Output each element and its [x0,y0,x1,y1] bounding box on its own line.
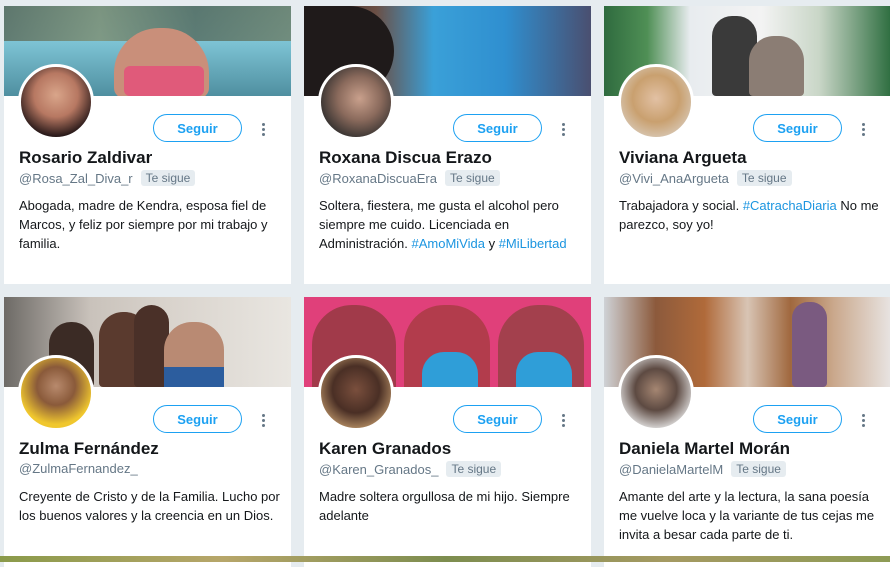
handle-row: @Vivi_AnaArgueta Te sigue [619,170,792,186]
avatar[interactable] [318,355,394,431]
hashtag-link[interactable]: #AmoMiVida [411,236,484,251]
user-handle[interactable]: @DanielaMartelM [619,462,723,477]
avatar[interactable] [618,64,694,140]
user-name[interactable]: Daniela Martel Morán [619,439,790,459]
user-card[interactable]: Seguir Daniela Martel Morán @DanielaMart… [604,297,890,567]
more-options-icon[interactable] [556,118,570,140]
user-bio: Soltera, fiestera, me gusta el alcohol p… [319,196,581,253]
more-options-icon[interactable] [556,409,570,431]
avatar[interactable] [318,64,394,140]
follow-button[interactable]: Seguir [753,114,842,142]
background-strip [0,556,890,562]
user-card[interactable]: Seguir Roxana Discua Erazo @RoxanaDiscua… [304,6,591,284]
handle-row: @RoxanaDiscuaEra Te sigue [319,170,500,186]
more-options-icon[interactable] [856,118,870,140]
user-bio: Creyente de Cristo y de la Familia. Luch… [19,487,281,525]
bio-text: Trabajadora y social. [619,198,743,213]
follows-you-badge: Te sigue [736,170,792,186]
user-name[interactable]: Roxana Discua Erazo [319,148,492,168]
user-handle[interactable]: @RoxanaDiscuaEra [319,171,437,186]
handle-row: @Karen_Granados_ Te sigue [319,461,502,477]
follows-you-badge: Te sigue [446,461,502,477]
follows-you-badge: Te sigue [444,170,500,186]
user-handle[interactable]: @Vivi_AnaArgueta [619,171,729,186]
avatar[interactable] [18,64,94,140]
more-options-icon[interactable] [256,118,270,140]
user-card[interactable]: Seguir Zulma Fernández @ZulmaFernandez_ … [4,297,291,567]
user-name[interactable]: Karen Granados [319,439,451,459]
handle-row: @DanielaMartelM Te sigue [619,461,786,477]
avatar[interactable] [618,355,694,431]
user-name[interactable]: Zulma Fernández [19,439,159,459]
follows-you-badge: Te sigue [140,170,196,186]
user-card[interactable]: Seguir Rosario Zaldivar @Rosa_Zal_Diva_r… [4,6,291,284]
follow-button[interactable]: Seguir [453,114,542,142]
user-card[interactable]: Seguir Viviana Argueta @Vivi_AnaArgueta … [604,6,890,284]
more-options-icon[interactable] [256,409,270,431]
follows-you-badge: Te sigue [731,461,786,477]
user-handle[interactable]: @Karen_Granados_ [319,462,438,477]
user-bio: Madre soltera orgullosa de mi hijo. Siem… [319,487,581,525]
more-options-icon[interactable] [856,409,870,431]
user-name[interactable]: Rosario Zaldivar [19,148,152,168]
hashtag-link[interactable]: #MiLibertad [499,236,567,251]
bio-text: Creyente de Cristo y de la Familia. Luch… [19,489,280,523]
follow-button[interactable]: Seguir [453,405,542,433]
bio-text: y [484,236,499,251]
follow-button[interactable]: Seguir [753,405,842,433]
hashtag-link[interactable]: #CatrachaDiaria [743,198,837,213]
bio-text: Abogada, madre de Kendra, esposa fiel de… [19,198,268,251]
follow-button[interactable]: Seguir [153,114,242,142]
user-bio: Amante del arte y la lectura, la sana po… [619,487,881,544]
bio-text: Madre soltera orgullosa de mi hijo. Siem… [319,489,570,523]
handle-row: @Rosa_Zal_Diva_r Te sigue [19,170,196,186]
user-name[interactable]: Viviana Argueta [619,148,747,168]
user-card[interactable]: Seguir Karen Granados @Karen_Granados_ T… [304,297,591,567]
avatar[interactable] [18,355,94,431]
user-bio: Trabajadora y social. #CatrachaDiaria No… [619,196,881,234]
user-bio: Abogada, madre de Kendra, esposa fiel de… [19,196,281,253]
bio-text: Amante del arte y la lectura, la sana po… [619,489,875,542]
follow-button[interactable]: Seguir [153,405,242,433]
user-handle[interactable]: @ZulmaFernandez_ [19,461,138,476]
handle-row: @ZulmaFernandez_ [19,461,138,476]
user-card-grid: Seguir Rosario Zaldivar @Rosa_Zal_Diva_r… [4,6,890,567]
user-handle[interactable]: @Rosa_Zal_Diva_r [19,171,133,186]
